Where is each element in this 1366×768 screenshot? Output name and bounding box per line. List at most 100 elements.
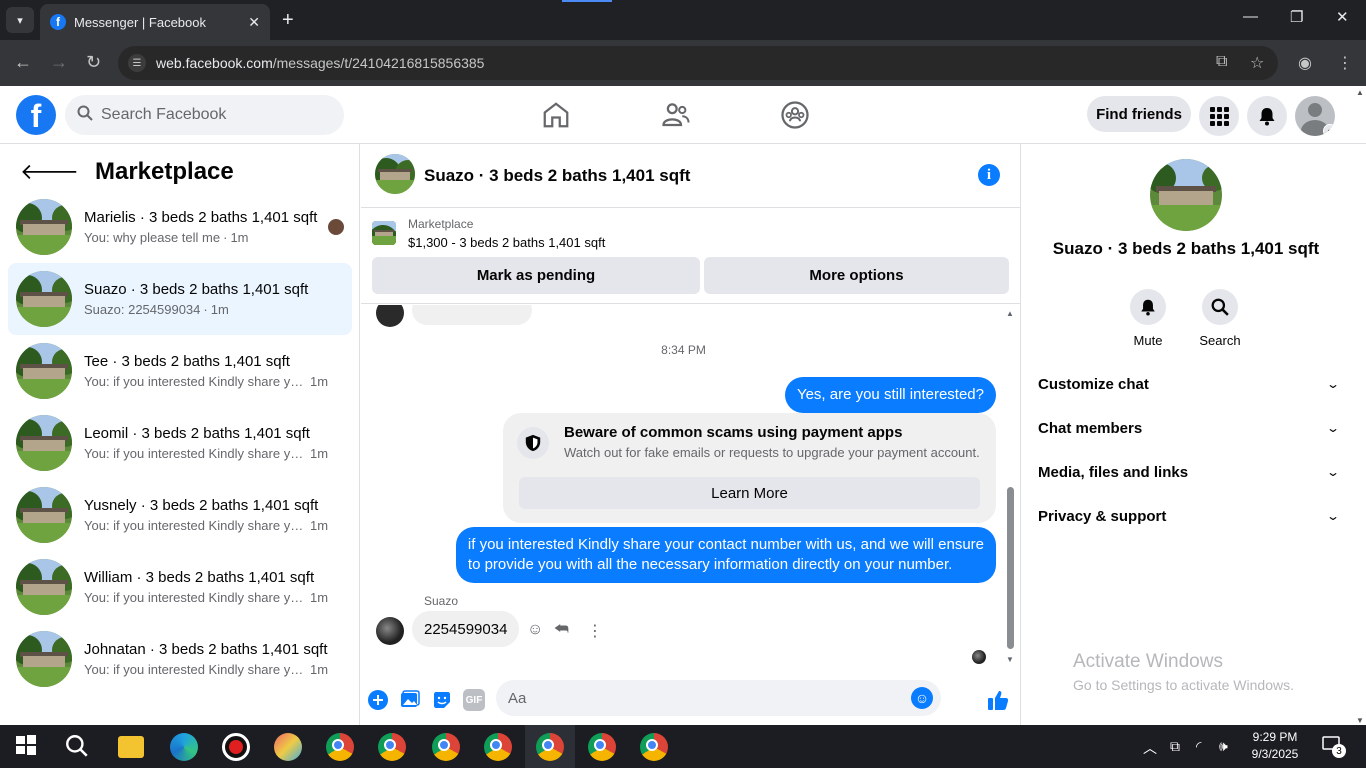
- more-actions-icon[interactable]: ⋮: [587, 621, 603, 641]
- message-input-box[interactable]: ☺: [496, 680, 941, 716]
- facebook-favicon-icon: f: [50, 14, 66, 30]
- chrome-profile-icon[interactable]: [536, 733, 564, 761]
- more-options-button[interactable]: More options: [704, 257, 1009, 294]
- read-receipt-avatar: [972, 650, 986, 664]
- thumbs-up-icon[interactable]: [987, 689, 1009, 711]
- profile-icon[interactable]: ◉: [1298, 53, 1312, 73]
- menu-grid-icon[interactable]: [1199, 96, 1239, 136]
- reload-icon[interactable]: ↻: [86, 52, 101, 73]
- scroll-up-icon[interactable]: ▲: [1006, 309, 1014, 318]
- account-avatar[interactable]: ▾: [1295, 96, 1335, 136]
- plus-circle-icon[interactable]: [367, 689, 389, 711]
- outgoing-message[interactable]: if you interested Kindly share your cont…: [455, 527, 996, 583]
- tab-search-button[interactable]: ▾: [6, 7, 34, 33]
- info-icon[interactable]: i: [978, 164, 1000, 186]
- bell-icon: [1130, 289, 1166, 325]
- volume-icon[interactable]: 🕪: [1219, 738, 1228, 755]
- conversation-time: 1m: [210, 302, 229, 317]
- file-explorer-icon[interactable]: [118, 736, 144, 758]
- learn-more-button[interactable]: Learn More: [519, 477, 980, 509]
- listing-thumbnail: [16, 487, 72, 543]
- facebook-search[interactable]: [65, 95, 344, 135]
- conversation-name: William · 3 beds 2 baths 1,401 sqft: [84, 569, 315, 586]
- emoji-icon[interactable]: ☺: [911, 687, 933, 709]
- outgoing-message[interactable]: Yes, are you still interested?: [784, 377, 996, 413]
- scam-warning-title: Beware of common scams using payment app…: [564, 424, 903, 441]
- sidebar-header: 🡐 Marketplace: [20, 158, 234, 186]
- conversation-preview: You: if you interested Kindly share yo..…: [84, 446, 304, 461]
- notifications-bell-icon[interactable]: [1247, 96, 1287, 136]
- notification-center-icon[interactable]: 3: [1322, 736, 1346, 758]
- chat-title[interactable]: Suazo · 3 beds 2 baths 1,401 sqft: [424, 166, 690, 186]
- tray-chevron-icon[interactable]: ︿: [1143, 738, 1157, 758]
- recorder-icon[interactable]: [222, 733, 250, 761]
- sender-avatar[interactable]: [376, 617, 404, 645]
- close-window-button[interactable]: ✕: [1336, 8, 1349, 26]
- edge-icon[interactable]: [170, 733, 198, 761]
- message-bubble-partial: [412, 305, 532, 325]
- listing-description[interactable]: $1,300 - 3 beds 2 baths 1,401 sqft: [408, 235, 605, 250]
- media-files-links-section[interactable]: Media, files and links ⌄: [1038, 450, 1340, 494]
- page-scrollbar[interactable]: ▲ ▼: [1354, 86, 1366, 725]
- home-icon[interactable]: [541, 100, 571, 130]
- mute-button[interactable]: Mute: [1118, 289, 1178, 348]
- conversation-item[interactable]: Johnatan · 3 beds 2 baths 1,401 sqft You…: [8, 623, 352, 695]
- groups-icon[interactable]: [780, 100, 810, 130]
- bookmark-star-icon[interactable]: ☆: [1250, 53, 1264, 73]
- address-bar[interactable]: ☰ web.facebook.com/messages/t/2410421681…: [118, 46, 1278, 80]
- message-input[interactable]: [508, 689, 888, 707]
- chat-members-section[interactable]: Chat members ⌄: [1038, 406, 1340, 450]
- privacy-support-section[interactable]: Privacy & support ⌄: [1038, 494, 1340, 538]
- search-icon[interactable]: [64, 733, 92, 761]
- close-tab-icon[interactable]: ✕: [248, 14, 260, 31]
- site-info-icon[interactable]: ☰: [128, 54, 146, 72]
- restore-button[interactable]: ❐: [1290, 8, 1303, 26]
- back-arrow-icon[interactable]: 🡐: [20, 159, 79, 185]
- conversation-item[interactable]: Tee · 3 beds 2 baths 1,401 sqft You: if …: [8, 335, 352, 407]
- wifi-icon[interactable]: ◜: [1196, 738, 1201, 755]
- conversation-item[interactable]: Marielis · 3 beds 2 baths 1,401 sqft You…: [8, 191, 352, 263]
- sender-avatar: [376, 305, 404, 327]
- friends-icon[interactable]: [661, 100, 691, 130]
- chrome-menu-icon[interactable]: ⋮: [1337, 53, 1353, 73]
- forward-arrow-icon[interactable]: →: [50, 52, 68, 73]
- paint-icon[interactable]: [274, 733, 302, 761]
- scrollbar-thumb[interactable]: [1007, 487, 1014, 649]
- listing-thumbnail[interactable]: [372, 221, 396, 245]
- mark-as-pending-button[interactable]: Mark as pending: [372, 257, 700, 294]
- chrome-profile-icon[interactable]: [378, 733, 406, 761]
- customize-chat-section[interactable]: Customize chat ⌄: [1038, 362, 1340, 406]
- taskbar-clock[interactable]: 9:29 PM 9/3/2025: [1245, 729, 1305, 763]
- chrome-profile-icon[interactable]: [432, 733, 460, 761]
- conversation-item[interactable]: Leomil · 3 beds 2 baths 1,401 sqft You: …: [8, 407, 352, 479]
- scroll-down-icon[interactable]: ▼: [1006, 655, 1014, 664]
- conversation-item[interactable]: Suazo · 3 beds 2 baths 1,401 sqft Suazo:…: [8, 263, 352, 335]
- windows-start-icon[interactable]: [14, 733, 42, 761]
- chrome-profile-icon[interactable]: [588, 733, 616, 761]
- minimize-button[interactable]: —: [1243, 8, 1258, 25]
- meet-now-icon[interactable]: ⧉: [1170, 738, 1180, 755]
- photo-icon[interactable]: [399, 689, 421, 711]
- find-friends-button[interactable]: Find friends: [1087, 96, 1191, 132]
- browser-tab-bar: ▾ f Messenger | Facebook ✕ + — ❐ ✕: [0, 0, 1366, 40]
- sticker-icon[interactable]: [431, 689, 453, 711]
- chat-listing-thumbnail[interactable]: [375, 154, 415, 194]
- scroll-up-icon[interactable]: ▲: [1356, 88, 1364, 97]
- new-tab-button[interactable]: +: [282, 8, 294, 32]
- back-arrow-icon[interactable]: ←: [14, 52, 32, 73]
- browser-tab[interactable]: f Messenger | Facebook ✕: [40, 4, 270, 40]
- chrome-profile-icon[interactable]: [484, 733, 512, 761]
- gif-icon[interactable]: GIF: [463, 689, 485, 711]
- incoming-message[interactable]: 2254599034: [412, 611, 520, 647]
- install-app-icon[interactable]: ⧉: [1216, 53, 1227, 71]
- search-in-conversation-button[interactable]: Search: [1190, 289, 1250, 348]
- conversation-item[interactable]: Yusnely · 3 beds 2 baths 1,401 sqft You:…: [8, 479, 352, 551]
- chrome-profile-icon[interactable]: [640, 733, 668, 761]
- conversation-item[interactable]: William · 3 beds 2 baths 1,401 sqft You:…: [8, 551, 352, 623]
- react-icon[interactable]: ☺: [527, 621, 543, 639]
- search-input[interactable]: [101, 106, 321, 124]
- scroll-down-icon[interactable]: ▼: [1356, 716, 1364, 725]
- reply-icon[interactable]: ⮪: [554, 621, 569, 639]
- chrome-icon[interactable]: [326, 733, 354, 761]
- facebook-logo-icon[interactable]: f: [16, 95, 56, 135]
